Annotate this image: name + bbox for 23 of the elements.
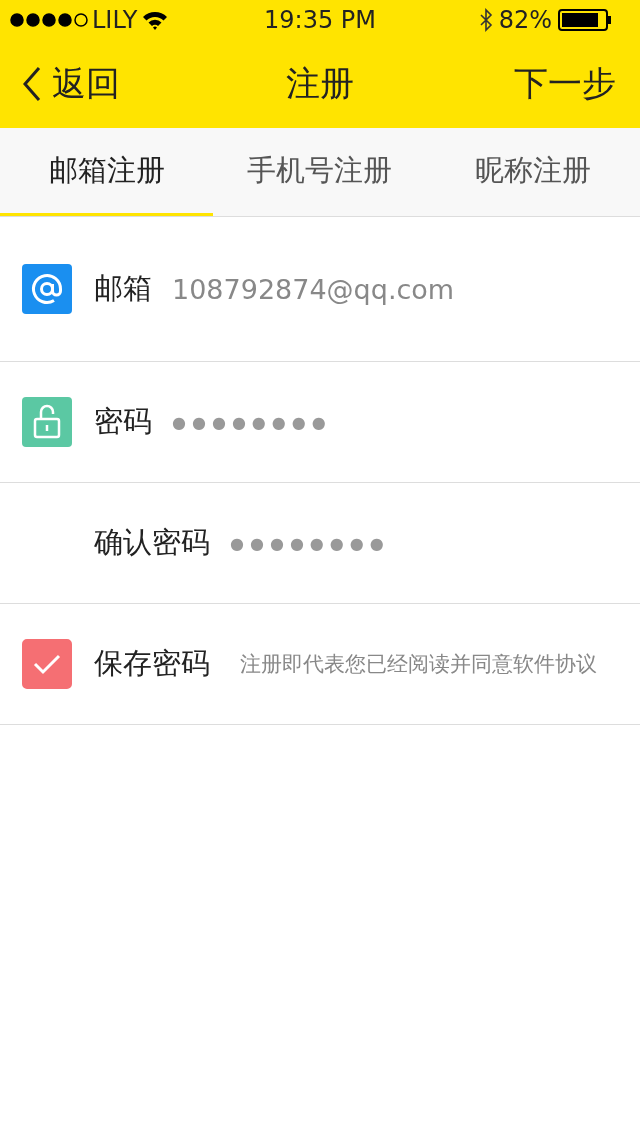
at-sign-icon (22, 264, 72, 314)
chevron-left-icon (22, 66, 42, 102)
email-field[interactable]: 108792874@qq.com (172, 273, 455, 305)
tab[interactable]: 手机号注册 (213, 128, 427, 216)
field-label: 保存密码 (94, 645, 210, 682)
tab[interactable]: 昵称注册 (426, 128, 640, 216)
next-button[interactable]: 下一步 (514, 61, 616, 107)
unlocked-padlock-icon (22, 397, 72, 447)
field-label: 密码 (94, 403, 152, 440)
bluetooth-icon (478, 8, 493, 32)
back-button[interactable]: 返回 (22, 61, 120, 107)
tab[interactable]: 邮箱注册 (0, 128, 214, 216)
agreement-note: 注册即代表您已经阅读并同意软件协议 (240, 651, 597, 678)
field-label: 邮箱 (94, 270, 152, 307)
battery-icon (558, 9, 612, 31)
status-time: 19:35 PM (264, 6, 376, 34)
page-title: 注册 (286, 62, 354, 105)
wifi-icon (141, 9, 170, 31)
carrier-name: LILY (92, 6, 138, 34)
signal-icon (10, 13, 88, 27)
checkbox[interactable] (22, 639, 72, 689)
field-label: 确认密码 (94, 524, 210, 561)
battery-percent: 82% (498, 6, 552, 34)
